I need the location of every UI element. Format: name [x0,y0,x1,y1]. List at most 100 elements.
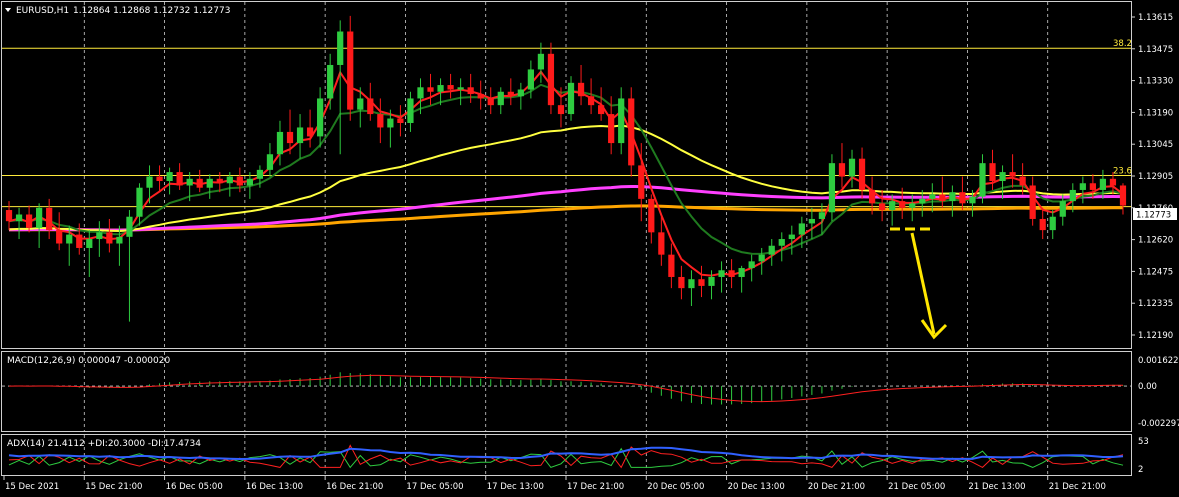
candle-body [226,176,233,184]
candle-body [899,201,906,208]
price-tick-label: 1.13045 [1138,140,1173,150]
candle-body [517,89,524,97]
candle-body [1099,178,1107,190]
candle-body [748,261,755,269]
candle-body [126,216,133,237]
current-price-text: 1.12773 [1136,211,1171,221]
candle-body [567,82,575,115]
time-tick-label: 15 Dec 21:00 [85,482,142,492]
candle-body [46,207,53,231]
candle-body [1029,185,1036,219]
candle-body [999,172,1006,182]
price-tick-label: 1.13190 [1138,108,1173,118]
candle-body [818,212,826,219]
candle-body [166,172,173,182]
candle-body [577,82,585,97]
candle-body [106,232,113,244]
candle-body [919,198,926,204]
candle-body [156,176,163,182]
time-tick-label: 17 Dec 05:00 [406,482,463,492]
candle-body [658,232,665,255]
candle-body [236,176,243,186]
candle-body [879,203,886,211]
candle-body [648,198,655,233]
candle-body [497,91,504,106]
macd-tick-label: 0.00 [1138,382,1157,392]
candle-body [969,196,976,204]
price-tick-label: 1.12190 [1138,331,1173,341]
candle-body [979,163,986,197]
candle-body [176,172,183,186]
candle-body [618,98,625,144]
candle-body [598,105,605,115]
candle [347,15,354,121]
time-tick-label: 21 Dec 13:00 [968,482,1025,492]
candle-body [337,31,344,65]
price-tick-label: 1.13615 [1138,13,1173,23]
candle-body [286,131,294,144]
candle-body [608,114,615,144]
candle-body [407,98,414,123]
symbol-label: EURUSD,H1 [16,6,69,16]
candle-body [1079,183,1086,190]
time-tick-label: 21 Dec 21:00 [1049,482,1106,492]
candle-body [447,85,454,90]
chart-background [0,0,1179,497]
candle-body [477,93,484,99]
candle-body [778,239,785,246]
candle-body [547,53,555,106]
price-tick-label: 1.12905 [1138,172,1173,182]
candle-body [688,279,695,289]
time-tick-label: 20 Dec 21:00 [808,482,865,492]
candle-body [206,178,213,188]
candle-body [929,194,936,199]
candle-body [417,87,424,99]
candle-body [76,234,83,248]
candle-body [256,169,264,179]
time-tick-label: 16 Dec 13:00 [246,482,303,492]
candle-body [858,158,866,190]
price-tick-label: 1.12620 [1138,236,1173,246]
candle-body [276,131,284,155]
candle-body [1109,178,1117,186]
candle-body [467,87,474,94]
candle-body [507,91,514,97]
ohlc-label: 1.12864 1.12868 1.12732 1.12773 [73,6,230,16]
candle [828,154,836,222]
current-price-badge: 1.12773 [1133,208,1177,221]
chart-canvas[interactable]: 38.2 23.6 0.001622 0.00 -0.002297 53 2 1.136… [0,0,1179,497]
adx-title: ADX(14) 21.4112 +DI:20.3000 -DI:17.4734 [7,439,201,449]
candle-body [678,276,685,289]
price-tick-label: 1.12475 [1138,267,1173,277]
candle-body [397,118,404,123]
time-tick-label: 17 Dec 13:00 [487,482,544,492]
candle-body [939,194,946,202]
candle-body [186,178,193,186]
macd-title: MACD(12,26,9) 0.000047 -0.000020 [7,356,170,366]
candle-body [296,127,304,144]
candle-body [487,98,494,106]
candle-body [36,207,43,228]
candle-body [347,31,354,110]
macd-tick-label: -0.002297 [1138,419,1179,429]
candle-body [718,270,725,277]
time-tick-label: 16 Dec 21:00 [326,482,383,492]
candle-body [798,223,805,235]
candle-body [15,214,23,222]
price-tick-label: 1.13330 [1138,77,1173,87]
candle-body [808,218,815,224]
candle-body [146,176,153,188]
candle-body [136,187,143,217]
candle-body [668,254,675,277]
candle-body [327,64,334,99]
candle-body [537,53,545,70]
candle-body [708,276,715,286]
candle-body [1069,189,1076,202]
candle-body [25,214,33,228]
candle-body [1039,218,1046,231]
candle-body [868,189,876,204]
time-tick-label: 20 Dec 13:00 [728,482,785,492]
candle-body [116,236,123,244]
candle-body [56,230,63,244]
candle-body [66,234,73,244]
